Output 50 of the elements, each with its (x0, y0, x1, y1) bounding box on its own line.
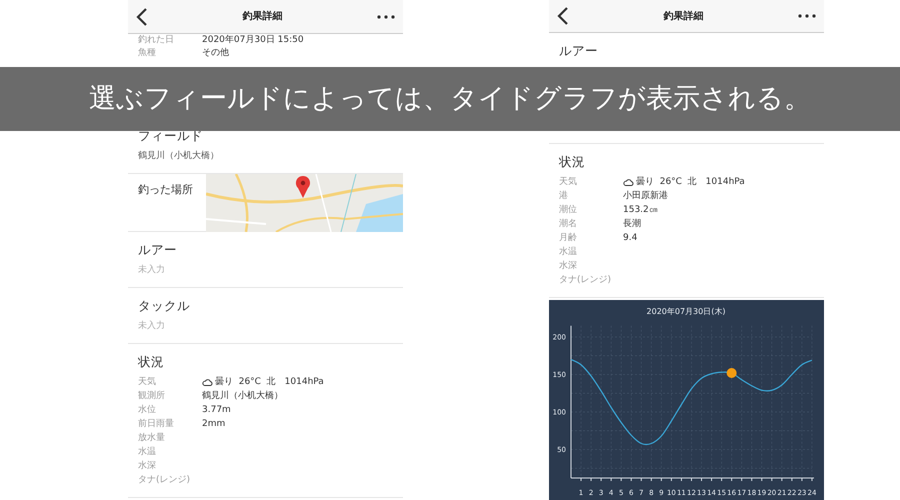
current-tide-marker (726, 368, 737, 378)
section-title: 状況 (559, 153, 586, 172)
condition-label: 水温 (559, 246, 578, 260)
condition-label: 天気 (138, 376, 157, 389)
more-icon[interactable] (798, 14, 816, 18)
condition-label: 潮名 (559, 218, 578, 232)
condition-label: 水深 (138, 460, 157, 473)
condition-label: 天気 (559, 176, 578, 190)
condition-value: 153.2㎝ (623, 204, 658, 218)
condition-label: 月齢 (559, 232, 578, 246)
condition-label: タナ(レンジ) (559, 274, 612, 288)
condition-label: 港 (559, 190, 569, 204)
back-icon[interactable] (136, 8, 148, 26)
condition-value: 3.77m (202, 404, 231, 417)
condition-label: 水位 (138, 404, 157, 417)
detail-label: 魚種 (138, 47, 157, 60)
section-value: 鶴見川（小机大橋） (138, 150, 220, 163)
screen-title: 釣果詳細 (242, 10, 282, 24)
map-label: 釣った場所 (137, 182, 194, 198)
cloud-icon (623, 178, 634, 186)
condition-label: 水深 (559, 260, 578, 274)
section-title: ルアー (559, 42, 599, 60)
screen-title: 釣果詳細 (664, 10, 704, 24)
condition-value: 曇り 26°C 北 1014hPa (636, 176, 745, 190)
section-title: タックル (138, 297, 191, 315)
detail-label: 釣れた日 (138, 34, 175, 47)
detail-value: その他 (202, 47, 229, 60)
detail-value: 2020年07月30日 15:50 (202, 34, 304, 47)
condition-value: 9.4 (623, 232, 638, 246)
condition-value: 2mm (202, 418, 226, 431)
condition-label: 放水量 (138, 432, 166, 445)
section-value: 未入力 (138, 264, 166, 277)
condition-value: 曇り 26°C 北 1014hPa (215, 376, 324, 389)
section-title: 状況 (138, 353, 165, 371)
section-title: フィールド (138, 127, 204, 145)
condition-label: 前日雨量 (138, 418, 175, 431)
back-icon[interactable] (557, 7, 569, 26)
more-icon[interactable] (377, 14, 395, 18)
chart-title: 2020年07月30日(木) (646, 307, 726, 316)
caption-text: 選ぶフィールドによっては、タイドグラフが表示される。 (89, 82, 811, 116)
condition-label: 観測所 (138, 390, 166, 403)
section-title: ルアー (138, 241, 178, 259)
condition-label: 潮位 (559, 204, 578, 218)
condition-label: 水温 (138, 446, 157, 459)
condition-value: 鶴見川（小机大橋） (202, 390, 283, 403)
condition-label: タナ(レンジ) (138, 474, 192, 487)
cloud-icon (202, 378, 213, 386)
condition-value: 小田原新港 (623, 190, 668, 204)
condition-value: 長潮 (623, 218, 641, 232)
section-value: 未入力 (138, 320, 166, 333)
